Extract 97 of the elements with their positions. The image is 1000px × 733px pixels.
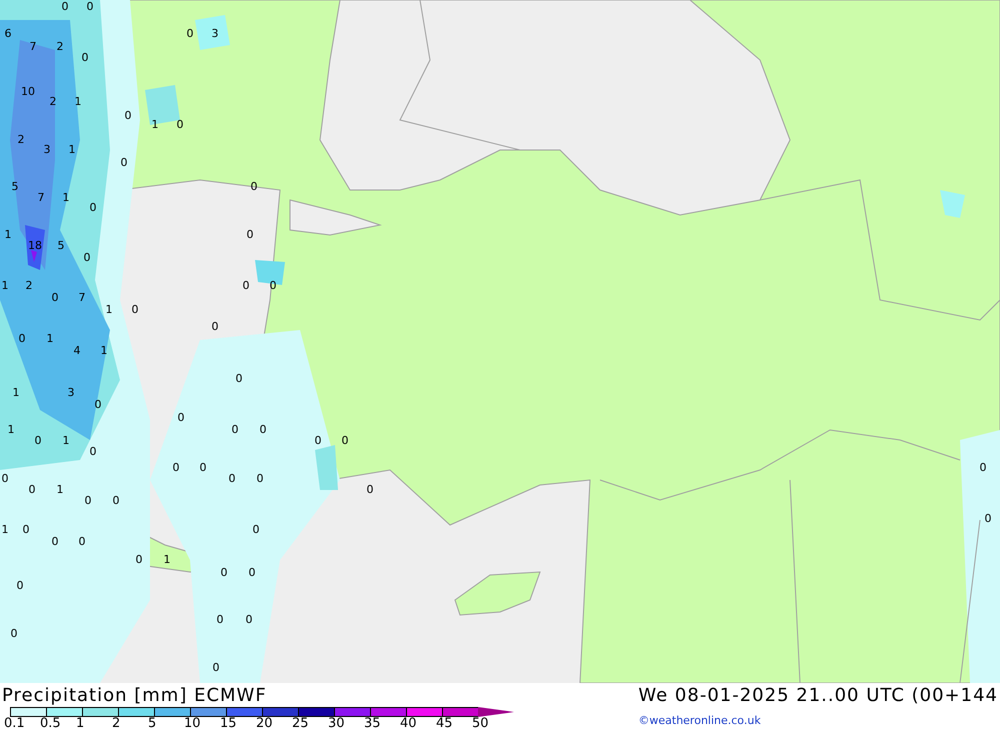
precipitation-value: 1: [46, 333, 54, 345]
precipitation-value: 2: [50, 96, 56, 108]
precipitation-value: 0: [84, 495, 92, 507]
precipitation-value: 0: [366, 484, 374, 496]
precipitation-value: 0: [120, 157, 128, 169]
scale-tick-label: 10: [184, 717, 201, 730]
scale-tick-label: 45: [436, 717, 453, 730]
precipitation-value: 7: [78, 292, 86, 304]
precipitation-value: 0: [242, 280, 250, 292]
precipitation-value: 2: [26, 280, 32, 292]
precipitation-value: 0: [220, 567, 228, 579]
precipitation-value: 1: [152, 119, 158, 131]
precipitation-value: 0: [84, 252, 90, 264]
precipitation-value: 0: [22, 524, 30, 536]
precipitation-value: 0: [186, 28, 194, 40]
precipitation-value: 1: [100, 345, 108, 357]
scale-tick-label: 1: [76, 717, 84, 730]
precipitation-value: 0: [314, 435, 322, 447]
precipitation-value: 0: [212, 321, 218, 333]
precipitation-value: 1: [74, 96, 82, 108]
scale-tick-label: 50: [472, 717, 489, 730]
credit-link[interactable]: ©weatheronline.co.uk: [638, 714, 998, 726]
scale-tick-label: 0.5: [40, 717, 61, 730]
precipitation-value: 0: [82, 52, 88, 64]
precipitation-value: 0: [172, 462, 180, 474]
scale-tick-label: 30: [328, 717, 345, 730]
map-title: Precipitation [mm] ECMWF: [2, 684, 268, 706]
precipitation-value: 0: [212, 662, 220, 674]
precipitation-value: 0: [90, 446, 96, 458]
precipitation-value: 0: [984, 513, 992, 525]
precipitation-value: 0: [246, 229, 254, 241]
precipitation-value: 0: [250, 181, 258, 193]
precipitation-value: 0: [216, 614, 224, 626]
precipitation-value: 3: [212, 28, 218, 40]
precipitation-value: 2: [56, 41, 64, 53]
precipitation-value: 6: [4, 28, 12, 40]
precipitation-value: 5: [12, 181, 18, 193]
precipitation-value: 2: [18, 134, 24, 146]
precipitation-value: 5: [58, 240, 64, 252]
precipitation-value: 1: [4, 229, 12, 241]
precipitation-value: 0: [112, 495, 120, 507]
precipitation-value: 0: [176, 119, 184, 131]
precipitation-value: 0: [252, 524, 260, 536]
precipitation-value: 0: [62, 1, 68, 13]
scale-tick-label: 35: [364, 717, 381, 730]
precipitation-value: 0: [246, 614, 252, 626]
precipitation-value: 0: [52, 536, 58, 548]
precipitation-value: 0: [228, 473, 236, 485]
precipitation-value: 1: [106, 304, 112, 316]
precipitation-value: 0: [34, 435, 42, 447]
precipitation-value: 0: [16, 580, 24, 592]
precipitation-value: 0: [256, 473, 264, 485]
precipitation-value: 0: [94, 399, 102, 411]
precipitation-value: 0: [236, 373, 242, 385]
precipitation-value: 0: [342, 435, 348, 447]
precipitation-value: 0: [10, 628, 18, 640]
precipitation-value: 0: [200, 462, 206, 474]
precipitation-value: 0: [232, 424, 238, 436]
precipitation-value: 0: [124, 110, 132, 122]
scale-tick-label: 0.1: [4, 717, 25, 730]
precipitation-value: 0: [28, 484, 36, 496]
precipitation-value: 1: [62, 435, 70, 447]
precipitation-value: 1: [56, 484, 64, 496]
precipitation-value: 0: [78, 536, 86, 548]
precipitation-value: 1: [8, 424, 14, 436]
precipitation-value: 1: [164, 554, 170, 566]
valid-time: We 08-01-2025 21..00 UTC (00+144: [638, 684, 998, 706]
precipitation-value: 1: [2, 524, 8, 536]
precipitation-value: 0: [90, 202, 96, 214]
scale-tick-label: 5: [148, 717, 156, 730]
scale-tick-label: 2: [112, 717, 120, 730]
precipitation-value: 1: [12, 387, 20, 399]
precipitation-value: 0: [2, 473, 8, 485]
precipitation-value: 4: [74, 345, 80, 357]
precipitation-value: 7: [30, 41, 36, 53]
precipitation-value: 0: [136, 554, 142, 566]
precipitation-value: 0: [52, 292, 58, 304]
precipitation-value: 0: [980, 462, 986, 474]
precipitation-value: 10: [21, 86, 35, 98]
precipitation-value: 1: [2, 280, 8, 292]
precipitation-value: 0: [248, 567, 256, 579]
precipitation-value: 7: [38, 192, 44, 204]
precipitation-value: 1: [62, 192, 70, 204]
precipitation-value: 0: [260, 424, 266, 436]
precipitation-value: 0: [270, 280, 276, 292]
scale-tick-label: 25: [292, 717, 309, 730]
precipitation-value: 0: [132, 304, 138, 316]
precipitation-value: 18: [28, 240, 42, 252]
precipitation-value: 3: [44, 144, 50, 156]
scale-tick-label: 15: [220, 717, 237, 730]
scale-tick-label: 40: [400, 717, 417, 730]
precipitation-value: 0: [18, 333, 26, 345]
precipitation-value: 3: [68, 387, 74, 399]
scale-tick-label: 20: [256, 717, 273, 730]
precipitation-value: 0: [86, 1, 94, 13]
precipitation-value: 1: [68, 144, 76, 156]
precipitation-value: 0: [178, 412, 184, 424]
